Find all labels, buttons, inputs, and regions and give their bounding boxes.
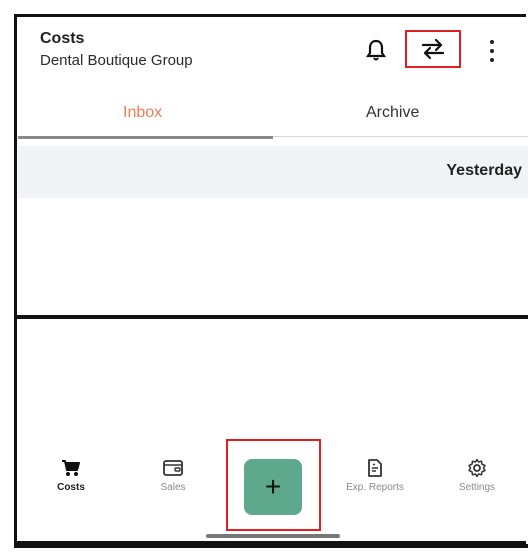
tab-active-indicator bbox=[18, 136, 273, 139]
nav-costs-label: Costs bbox=[57, 482, 85, 493]
date-group-header: Yesterday bbox=[18, 146, 528, 198]
tab-inbox[interactable]: Inbox bbox=[123, 104, 162, 122]
home-indicator bbox=[206, 534, 340, 538]
page-title: Costs bbox=[40, 30, 85, 47]
nav-exp-reports-label: Exp. Reports bbox=[346, 482, 404, 493]
cart-icon bbox=[62, 460, 80, 476]
nav-settings[interactable]: Settings bbox=[437, 458, 517, 493]
tab-archive[interactable]: Archive bbox=[366, 104, 419, 122]
gear-icon bbox=[468, 458, 486, 478]
more-vertical-icon[interactable] bbox=[484, 38, 500, 64]
nav-settings-label: Settings bbox=[458, 482, 496, 493]
swap-button[interactable] bbox=[405, 30, 461, 68]
nav-sales-label: Sales bbox=[160, 482, 186, 493]
wallet-icon bbox=[163, 460, 183, 476]
add-button[interactable]: + bbox=[244, 459, 302, 515]
company-name[interactable]: Dental Boutique Group bbox=[40, 52, 193, 69]
date-group-label: Yesterday bbox=[446, 162, 522, 179]
nav-exp-reports[interactable]: Exp. Reports bbox=[335, 458, 415, 493]
swap-icon bbox=[421, 38, 445, 60]
screen-divider bbox=[14, 315, 528, 319]
nav-sales[interactable]: Sales bbox=[133, 458, 213, 493]
nav-costs[interactable]: Costs bbox=[31, 458, 111, 493]
screen-bottom-edge bbox=[14, 544, 528, 548]
report-icon bbox=[368, 459, 382, 477]
bell-icon[interactable] bbox=[365, 38, 387, 62]
